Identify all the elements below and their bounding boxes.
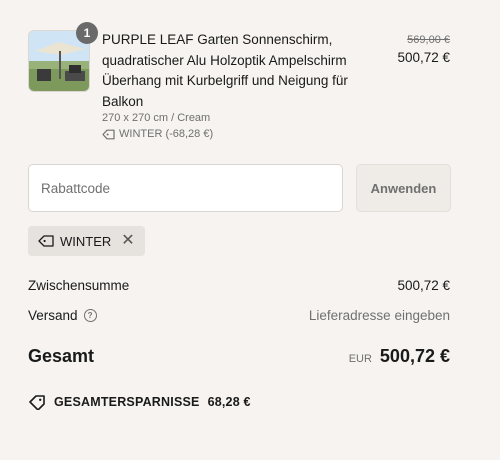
total-label: Gesamt xyxy=(28,346,95,366)
subtotal-label: Zwischensumme xyxy=(28,278,130,293)
tag-icon xyxy=(102,129,115,139)
product-variant: 270 x 270 cm / Cream xyxy=(102,112,211,124)
total-savings: GESAMTERSPARNISSE 68,28 € xyxy=(28,394,251,410)
product-discount: WINTER (-68,28 €) xyxy=(102,128,213,140)
discount-code-input[interactable] xyxy=(28,164,343,212)
product-original-price: 569,00 € xyxy=(407,34,450,46)
subtotal-value: 500,72 € xyxy=(397,278,450,293)
tag-icon xyxy=(38,235,54,247)
applied-discount-tag: WINTER ✕ xyxy=(28,226,145,256)
product-title: PURPLE LEAF Garten Sonnenschirm, quadrat… xyxy=(102,32,348,109)
savings-value: 68,28 € xyxy=(207,395,251,409)
shipping-value: Lieferadresse eingeben xyxy=(308,308,450,323)
savings-tag-icon xyxy=(29,395,45,410)
savings-label: GESAMTERSPARNISSE xyxy=(54,395,200,409)
quantity-badge: 1 xyxy=(76,22,98,44)
applied-discount-code: WINTER xyxy=(60,233,112,249)
apply-discount-button[interactable]: Anwenden xyxy=(356,164,451,212)
total-value-row: EUR 500,72 € xyxy=(349,346,450,367)
shipping-label-row: Versand ? xyxy=(28,308,97,323)
product-discount-label: WINTER (-68,28 €) xyxy=(119,128,214,140)
shipping-label: Versand xyxy=(28,308,78,323)
product-thumbnail-wrapper: 1 xyxy=(28,22,98,92)
remove-discount-icon[interactable]: ✕ xyxy=(121,233,134,249)
total-amount: 500,72 € xyxy=(379,346,450,366)
help-icon[interactable]: ? xyxy=(83,309,97,322)
product-price: 500,72 € xyxy=(397,50,450,65)
currency-code: EUR xyxy=(348,353,372,365)
